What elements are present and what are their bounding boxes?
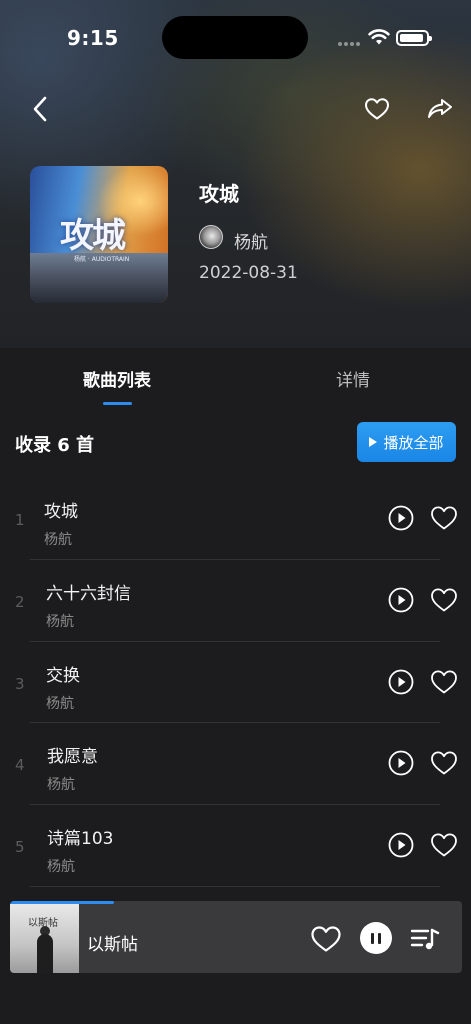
song-title: 诗篇103 bbox=[47, 829, 114, 850]
heart-icon[interactable] bbox=[430, 505, 458, 531]
wifi-icon bbox=[368, 29, 390, 45]
release-date: 2022-08-31 bbox=[199, 263, 298, 283]
song-artist: 杨航 bbox=[47, 859, 75, 876]
album-cover-art-subtext: 杨航 · AUDIOTRAIN bbox=[74, 256, 130, 263]
tab-bar: 歌曲列表 详情 bbox=[0, 348, 471, 410]
song-index: 2 bbox=[15, 592, 25, 611]
artist-name[interactable]: 杨航 bbox=[234, 228, 268, 253]
active-tab-indicator bbox=[103, 402, 132, 405]
album-cover: 攻城 杨航 · AUDIOTRAIN bbox=[30, 166, 168, 303]
song-artist: 杨航 bbox=[46, 613, 74, 630]
heart-icon[interactable] bbox=[430, 669, 458, 695]
mini-player[interactable]: 以斯帖 以斯帖 bbox=[10, 901, 462, 973]
song-index: 1 bbox=[15, 511, 25, 529]
play-circle-icon[interactable] bbox=[388, 505, 414, 531]
play-circle-icon[interactable] bbox=[388, 669, 414, 695]
tab-details[interactable]: 详情 bbox=[336, 366, 370, 391]
play-triangle-icon bbox=[369, 437, 378, 447]
row-divider bbox=[30, 885, 440, 887]
song-index: 5 bbox=[15, 838, 25, 857]
back-icon bbox=[33, 96, 47, 122]
song-row[interactable]: 1 攻城 杨航 bbox=[0, 478, 471, 560]
status-time: 9:15 bbox=[67, 26, 119, 50]
back-button[interactable] bbox=[24, 92, 56, 126]
song-row[interactable]: 3 交换 杨航 bbox=[0, 642, 471, 724]
mini-player-cover: 以斯帖 bbox=[10, 904, 79, 973]
pause-icon bbox=[371, 932, 374, 944]
play-all-button[interactable]: 播放全部 bbox=[357, 422, 456, 462]
heart-icon[interactable] bbox=[430, 750, 458, 776]
battery-icon bbox=[396, 30, 432, 46]
song-title: 攻城 bbox=[44, 502, 78, 522]
favorite-album-button[interactable] bbox=[360, 93, 394, 125]
heart-icon[interactable] bbox=[430, 587, 458, 613]
play-all-label: 播放全部 bbox=[383, 433, 444, 452]
artist-avatar[interactable] bbox=[199, 225, 223, 249]
share-icon bbox=[428, 99, 452, 118]
play-circle-icon[interactable] bbox=[388, 587, 414, 613]
album-title: 攻城 bbox=[199, 182, 239, 206]
mini-player-title: 以斯帖 bbox=[87, 935, 138, 955]
song-title: 我愿意 bbox=[47, 747, 98, 768]
tab-song-list[interactable]: 歌曲列表 bbox=[83, 366, 151, 391]
song-artist: 杨航 bbox=[46, 695, 74, 712]
song-row[interactable]: 4 我愿意 杨航 bbox=[0, 723, 471, 806]
play-circle-icon[interactable] bbox=[388, 750, 414, 776]
song-index: 3 bbox=[15, 674, 25, 693]
song-title: 交换 bbox=[46, 665, 80, 686]
heart-icon[interactable] bbox=[430, 832, 458, 858]
share-button[interactable] bbox=[423, 92, 457, 126]
cellular-signal-icon bbox=[338, 41, 362, 47]
song-index: 4 bbox=[15, 756, 25, 775]
dynamic-island bbox=[162, 16, 308, 59]
song-artist: 杨航 bbox=[44, 532, 72, 548]
song-row[interactable]: 5 诗篇103 杨航 bbox=[0, 805, 471, 887]
album-cover-art-text: 攻城 bbox=[60, 216, 126, 256]
song-row[interactable]: 2 六十六封信 杨航 bbox=[0, 560, 471, 642]
playlist-icon[interactable] bbox=[410, 926, 440, 952]
pause-icon-bar bbox=[378, 932, 381, 944]
song-list: 1 攻城 杨航 2 六十六封信 杨航 3 交换 杨航 4 我愿意 杨航 5 诗篇… bbox=[0, 478, 471, 887]
song-artist: 杨航 bbox=[47, 777, 75, 794]
status-bar: 9:15 bbox=[0, 0, 471, 70]
pause-button[interactable] bbox=[360, 922, 392, 954]
heart-icon bbox=[365, 98, 389, 120]
heart-icon[interactable] bbox=[310, 925, 342, 953]
play-circle-icon[interactable] bbox=[388, 832, 414, 858]
track-count: 收录 6 首 bbox=[15, 435, 95, 456]
song-title: 六十六封信 bbox=[46, 583, 131, 604]
